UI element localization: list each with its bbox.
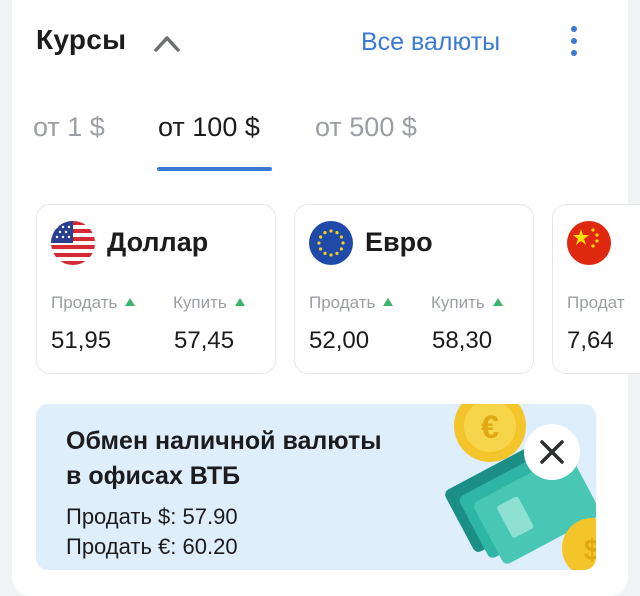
sell-value: 7,64 [567, 327, 614, 354]
svg-text:€: € [481, 409, 499, 445]
sell-label: Продать [51, 293, 136, 313]
us-flag-icon [51, 221, 95, 265]
buy-value: 58,30 [432, 327, 493, 354]
sell-value: 52,00 [309, 327, 370, 354]
trend-up-icon [234, 298, 245, 306]
cash-exchange-banner[interactable]: € $ Обмен наличной валюты в офисах ВТБ П… [36, 404, 596, 570]
more-vertical-icon[interactable] [564, 26, 584, 60]
tab-from-100[interactable]: от 100 $ [158, 112, 260, 143]
eu-flag-icon [309, 221, 353, 265]
chevron-up-icon[interactable] [152, 30, 182, 54]
svg-text:$: $ [584, 534, 596, 567]
banner-eur-sell: Продать €: 60.20 [66, 534, 238, 559]
active-tab-indicator [157, 167, 272, 171]
cn-flag-icon [567, 221, 611, 265]
trend-up-icon [383, 298, 394, 306]
tab-from-500[interactable]: от 500 $ [315, 112, 417, 143]
buy-label: Купить [431, 293, 503, 313]
banner-title: Обмен наличной валюты в офисах ВТБ [66, 427, 382, 490]
currency-card-cny[interactable]: Продат 7,64 [552, 204, 640, 374]
currency-card-eur[interactable]: Евро Продать Купить 52,00 58,30 [294, 204, 534, 374]
currency-name: Доллар [107, 227, 209, 257]
trend-up-icon [125, 298, 136, 306]
buy-label: Купить [173, 293, 245, 313]
currency-card-usd[interactable]: Доллар Продать Купить 51,95 57,45 [36, 204, 276, 374]
close-icon [540, 440, 564, 464]
banner-usd-sell: Продать $: 57.90 [66, 504, 238, 529]
tab-from-1[interactable]: от 1 $ [33, 112, 105, 143]
buy-value: 57,45 [174, 327, 235, 354]
sell-label: Продать [309, 293, 394, 313]
sell-value: 51,95 [51, 327, 112, 354]
close-banner-button[interactable] [524, 424, 580, 480]
all-currencies-link[interactable]: Все валюты [361, 28, 500, 57]
currency-name: Евро [365, 227, 433, 257]
section-title: Курсы [36, 24, 127, 55]
sell-label: Продат [567, 293, 625, 312]
trend-up-icon [492, 298, 503, 306]
